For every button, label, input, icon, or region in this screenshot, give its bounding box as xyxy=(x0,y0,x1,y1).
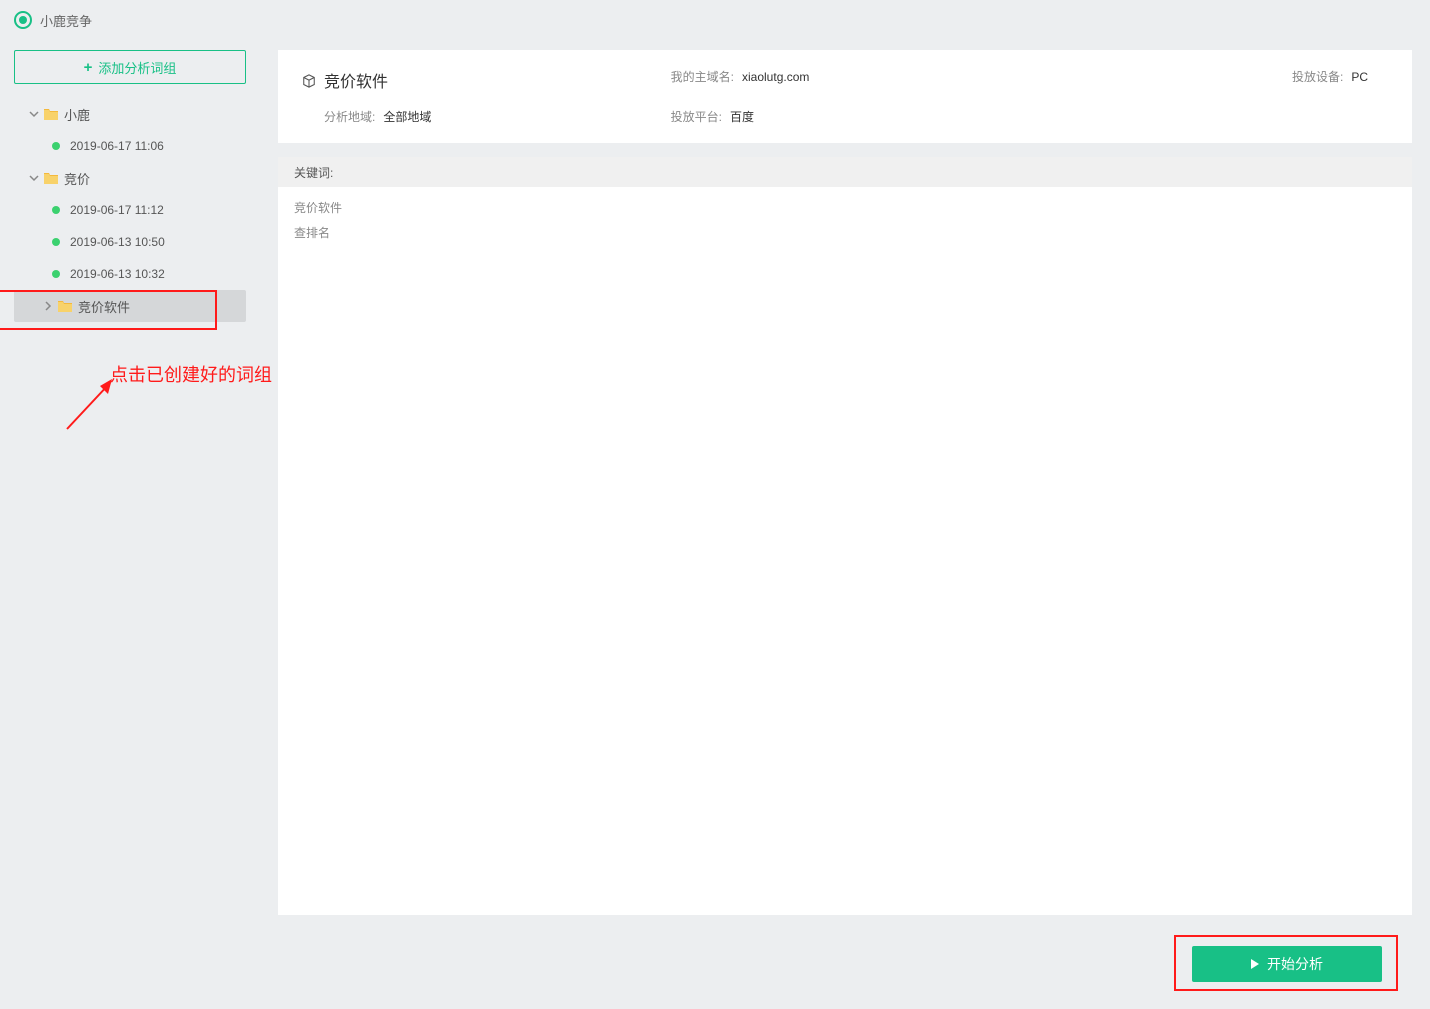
device-label: 投放设备: xyxy=(1292,68,1343,85)
tree-folder-label: 小鹿 xyxy=(64,105,90,124)
chevron-down-icon xyxy=(28,173,40,183)
domain-value: xiaolutg.com xyxy=(742,70,809,84)
play-icon xyxy=(1251,959,1259,969)
keywords-header: 关键词: xyxy=(278,157,1412,187)
folder-icon xyxy=(44,108,58,120)
tree-leaf[interactable]: 2019-06-13 10:32 xyxy=(14,258,246,290)
domain-field: 我的主域名: xiaolutg.com xyxy=(671,68,1020,85)
package-icon xyxy=(302,73,316,87)
app-title: 小鹿竞争 xyxy=(40,11,92,30)
tree-leaf[interactable]: 2019-06-17 11:12 xyxy=(14,194,246,226)
region-field: 分析地域: 全部地域 xyxy=(302,108,651,125)
tree-folder-label: 竞价 xyxy=(64,169,90,188)
app-logo-icon xyxy=(14,11,32,29)
folder-icon xyxy=(58,300,72,312)
keywords-panel: 关键词: 竞价软件 查排名 xyxy=(278,157,1412,915)
app-header: 小鹿竞争 xyxy=(0,0,1430,40)
region-label: 分析地域: xyxy=(324,108,375,125)
tree-leaf-label: 2019-06-13 10:50 xyxy=(70,235,165,249)
tree-folder-xiaolu[interactable]: 小鹿 xyxy=(14,98,246,130)
tree-folder-selected[interactable]: 竞价软件 xyxy=(14,290,246,322)
add-analysis-group-button[interactable]: + 添加分析词组 xyxy=(14,50,246,84)
status-dot-icon xyxy=(52,206,60,214)
device-value: PC xyxy=(1351,70,1368,84)
platform-field: 投放平台: 百度 xyxy=(671,108,1020,125)
annotation-arrow-icon xyxy=(62,374,122,434)
tree-leaf[interactable]: 2019-06-17 11:06 xyxy=(14,130,246,162)
sidebar: + 添加分析词组 小鹿 2019-06-17 11:06 xyxy=(0,40,260,1009)
plus-icon: + xyxy=(84,59,93,76)
region-value: 全部地域 xyxy=(383,108,431,125)
tree-folder-label: 竞价软件 xyxy=(78,297,130,316)
tree-leaf-label: 2019-06-13 10:32 xyxy=(70,267,165,281)
keywords-list: 竞价软件 查排名 xyxy=(278,187,1412,253)
tree-leaf-label: 2019-06-17 11:06 xyxy=(70,139,164,153)
tree-leaf[interactable]: 2019-06-13 10:50 xyxy=(14,226,246,258)
start-analysis-button[interactable]: 开始分析 xyxy=(1192,946,1382,982)
action-bar: 开始分析 xyxy=(278,929,1412,999)
status-dot-icon xyxy=(52,270,60,278)
analysis-title-text: 竞价软件 xyxy=(324,68,388,92)
analysis-title: 竞价软件 xyxy=(302,68,651,92)
chevron-down-icon xyxy=(28,109,40,119)
nav-tree: 小鹿 2019-06-17 11:06 竞价 xyxy=(14,98,246,322)
annotation-text: 点击已创建好的词组 xyxy=(110,361,272,387)
chevron-right-icon xyxy=(42,301,54,311)
tree-leaf-label: 2019-06-17 11:12 xyxy=(70,203,164,217)
add-button-label: 添加分析词组 xyxy=(98,58,176,77)
status-dot-icon xyxy=(52,142,60,150)
platform-value: 百度 xyxy=(730,108,754,125)
start-button-label: 开始分析 xyxy=(1267,954,1323,974)
keyword-item: 查排名 xyxy=(294,220,1396,245)
analysis-summary-panel: 竞价软件 我的主域名: xiaolutg.com 投放设备: PC 分析地域: … xyxy=(278,50,1412,143)
keyword-item: 竞价软件 xyxy=(294,195,1396,220)
platform-label: 投放平台: xyxy=(671,108,722,125)
domain-label: 我的主域名: xyxy=(671,68,734,85)
folder-icon xyxy=(44,172,58,184)
status-dot-icon xyxy=(52,238,60,246)
tree-folder-jingjia[interactable]: 竞价 xyxy=(14,162,246,194)
main-panel: 竞价软件 我的主域名: xiaolutg.com 投放设备: PC 分析地域: … xyxy=(260,40,1430,1009)
device-field: 投放设备: PC xyxy=(1292,68,1388,85)
